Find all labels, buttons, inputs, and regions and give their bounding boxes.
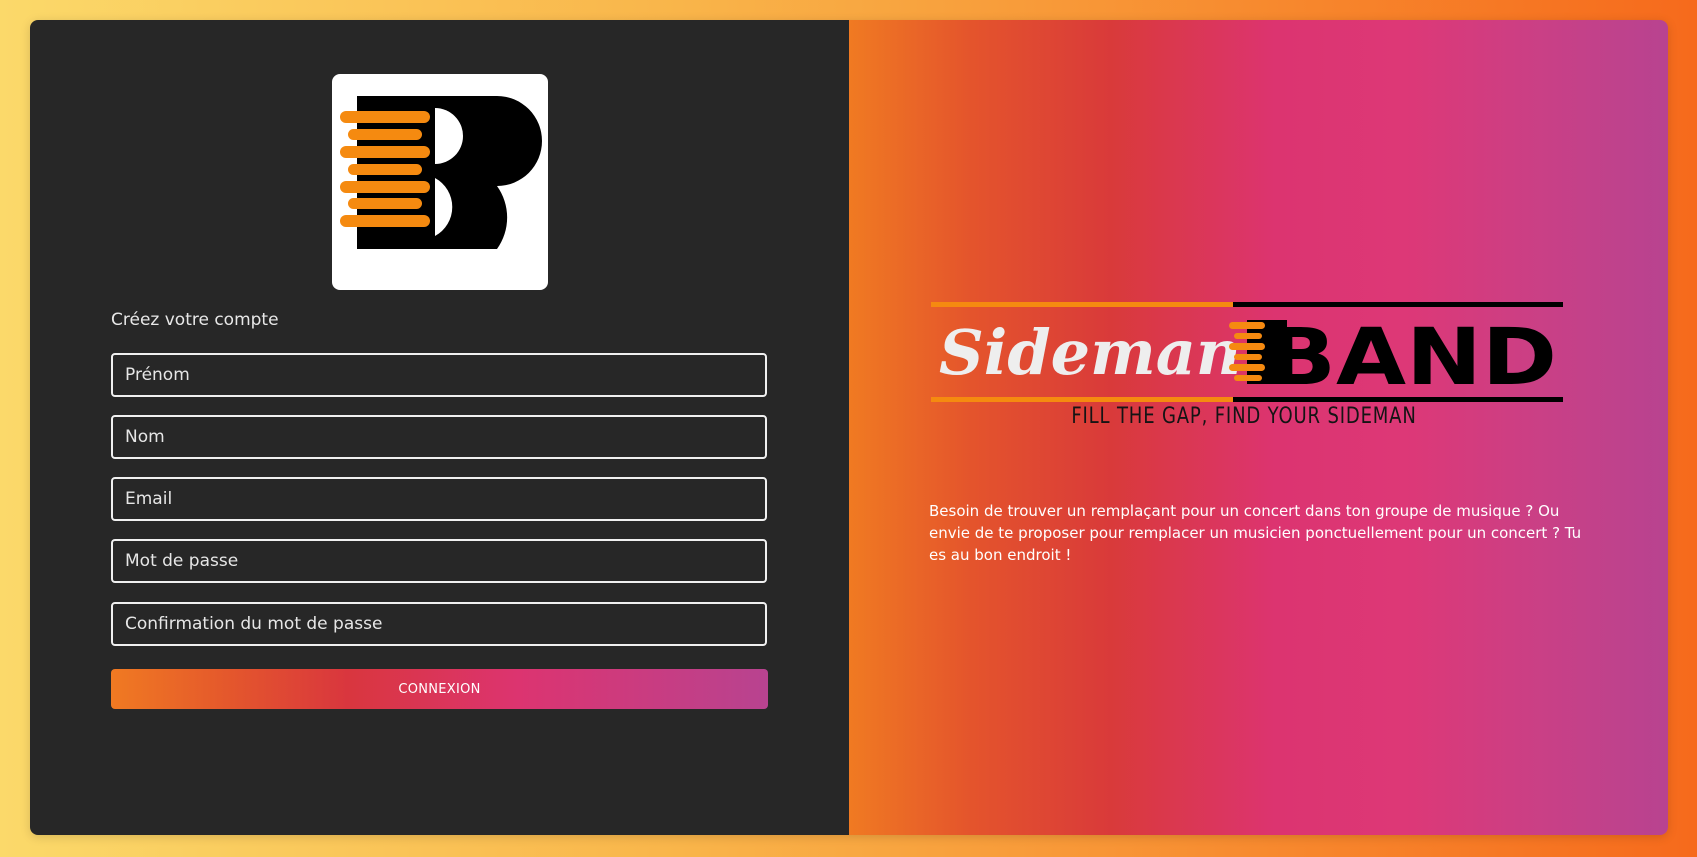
app-logo xyxy=(332,74,548,290)
email-input[interactable] xyxy=(111,477,767,521)
last-name-input[interactable] xyxy=(111,415,767,459)
brand-description: Besoin de trouver un remplaçant pour un … xyxy=(929,502,1582,564)
sideman-band-logo: Sideman BAND xyxy=(931,302,1563,403)
password-input[interactable] xyxy=(111,539,767,583)
brand-script-word: Sideman xyxy=(939,316,1241,389)
form-heading: Créez votre compte xyxy=(111,310,279,330)
signup-card: Créez votre compte CONNEXION Sideman xyxy=(30,20,1668,835)
connexion-button[interactable]: CONNEXION xyxy=(111,669,768,709)
password-confirm-input[interactable] xyxy=(111,602,767,646)
brand-block-word: BAND xyxy=(1267,313,1557,403)
keyboard-b-logo-icon xyxy=(340,96,542,249)
signup-panel: Créez votre compte CONNEXION xyxy=(30,20,849,835)
brand-tagline: FILL THE GAP, FIND YOUR SIDEMAN xyxy=(1071,404,1417,429)
first-name-input[interactable] xyxy=(111,353,767,397)
brand-panel: Sideman BAND FILL THE GAP, FIND YOUR SID… xyxy=(849,20,1668,835)
